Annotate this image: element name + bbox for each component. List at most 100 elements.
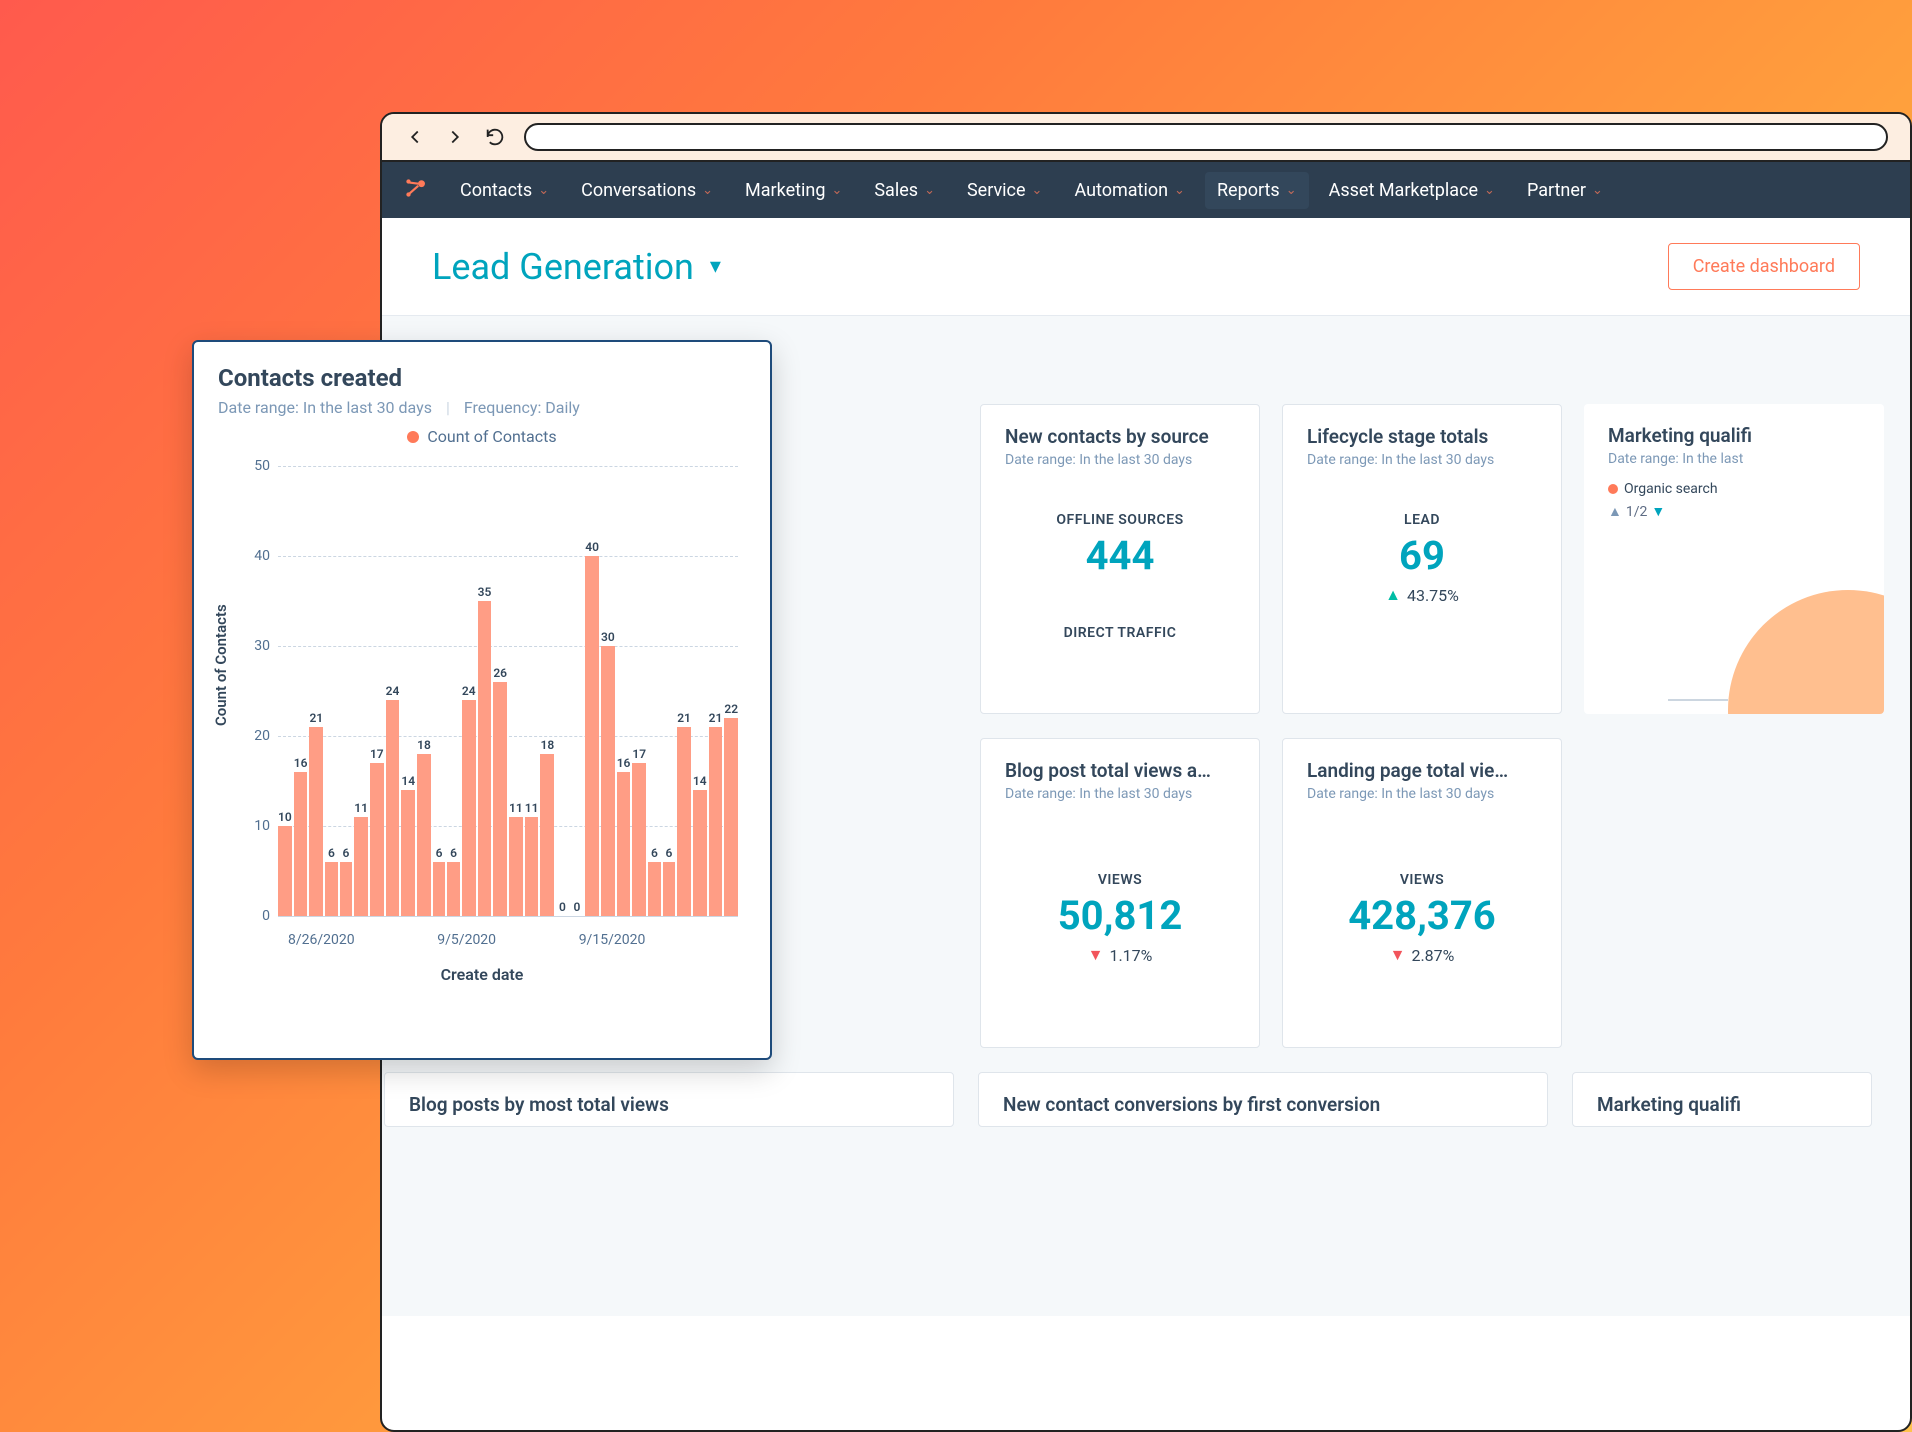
nav-partner[interactable]: Partner⌄ bbox=[1515, 172, 1615, 209]
tile-new-contacts-by-source[interactable]: New contacts by source Date range: In th… bbox=[980, 404, 1260, 714]
chevron-down-icon: ⌄ bbox=[1592, 183, 1603, 198]
bar[interactable] bbox=[525, 817, 539, 916]
nav-sales[interactable]: Sales⌄ bbox=[862, 172, 947, 209]
bar[interactable] bbox=[601, 646, 615, 916]
tile-title: New contact conversions by first convers… bbox=[1003, 1093, 1523, 1116]
legend-label: Organic search bbox=[1624, 481, 1718, 497]
bar[interactable] bbox=[401, 790, 415, 916]
nav-contacts[interactable]: Contacts⌄ bbox=[448, 172, 561, 209]
metric-label-secondary: DIRECT TRAFFIC bbox=[1005, 625, 1235, 641]
nav-service[interactable]: Service⌄ bbox=[955, 172, 1054, 209]
chevron-down-icon: ⌄ bbox=[702, 183, 713, 198]
bar[interactable] bbox=[386, 700, 400, 916]
tile-blog-posts-by-most-views[interactable]: Blog posts by most total views bbox=[384, 1072, 954, 1127]
y-axis-label: Count of Contacts bbox=[212, 604, 230, 726]
bar[interactable] bbox=[509, 817, 523, 916]
pie-chart-icon bbox=[1608, 560, 1884, 714]
tile-marketing-qualified[interactable]: Marketing qualifi Date range: In the las… bbox=[1584, 404, 1884, 714]
bar[interactable] bbox=[648, 862, 661, 916]
bar[interactable] bbox=[309, 727, 323, 916]
bar[interactable] bbox=[632, 763, 646, 916]
tile-title: New contacts by source bbox=[1005, 425, 1235, 448]
legend-dot-icon bbox=[407, 431, 419, 443]
tile-meta: Date range: In the last 30 days bbox=[1307, 452, 1537, 468]
chevron-down-icon: ⌄ bbox=[831, 183, 842, 198]
bar-chart-plot: 0102030405010162166111724141866243526111… bbox=[278, 466, 738, 916]
forward-icon[interactable] bbox=[444, 126, 466, 148]
tile-blog-post-total-views[interactable]: Blog post total views a… Date range: In … bbox=[980, 738, 1260, 1048]
refresh-icon[interactable] bbox=[484, 126, 506, 148]
metric-delta: 43.75% bbox=[1407, 586, 1459, 605]
bar[interactable] bbox=[278, 826, 292, 916]
url-bar[interactable] bbox=[524, 123, 1888, 151]
chevron-down-icon: ▾ bbox=[710, 254, 721, 279]
bar[interactable] bbox=[709, 727, 723, 916]
chevron-down-icon: ⌄ bbox=[924, 183, 935, 198]
bar[interactable] bbox=[354, 817, 368, 916]
bar[interactable] bbox=[693, 790, 707, 916]
x-axis-label: Create date bbox=[218, 965, 746, 984]
bar[interactable] bbox=[478, 601, 492, 916]
page-title: Lead Generation bbox=[432, 246, 694, 288]
metric-value: 50,812 bbox=[1005, 892, 1235, 939]
create-dashboard-button[interactable]: Create dashboard bbox=[1668, 243, 1860, 290]
bar[interactable] bbox=[294, 772, 308, 916]
bar[interactable] bbox=[447, 862, 460, 916]
bar[interactable] bbox=[462, 700, 476, 916]
nav-marketing[interactable]: Marketing⌄ bbox=[733, 172, 854, 209]
bar[interactable] bbox=[617, 772, 631, 916]
x-axis-ticks: 8/26/2020 9/5/2020 9/15/2020 bbox=[278, 932, 738, 948]
tile-meta: Date range: In the last 30 days bbox=[1005, 452, 1235, 468]
chevron-down-icon: ⌄ bbox=[1286, 183, 1297, 198]
metric-value: 444 bbox=[1005, 532, 1235, 579]
metric-value: 69 bbox=[1307, 532, 1537, 579]
chevron-down-icon: ⌄ bbox=[1484, 183, 1495, 198]
nav-automation[interactable]: Automation⌄ bbox=[1062, 172, 1197, 209]
chevron-down-icon: ⌄ bbox=[1174, 183, 1185, 198]
bar[interactable] bbox=[663, 862, 676, 916]
bar[interactable] bbox=[493, 682, 507, 916]
legend-dot-icon bbox=[1608, 484, 1618, 494]
tile-meta: Date range: In the last 30 days bbox=[1005, 786, 1235, 802]
tile-title: Marketing qualifi bbox=[1597, 1093, 1847, 1116]
dashboard-title-dropdown[interactable]: Lead Generation ▾ bbox=[432, 246, 721, 288]
bar[interactable] bbox=[585, 556, 599, 916]
tile-landing-page-total-views[interactable]: Landing page total vie… Date range: In t… bbox=[1282, 738, 1562, 1048]
pager-text: 1/2 bbox=[1626, 504, 1648, 520]
pager-prev-icon[interactable]: ▲ bbox=[1608, 503, 1622, 520]
nav-conversations[interactable]: Conversations⌄ bbox=[569, 172, 725, 209]
chart-title: Contacts created bbox=[218, 364, 746, 392]
bar[interactable] bbox=[540, 754, 554, 916]
browser-toolbar bbox=[382, 114, 1910, 162]
nav-reports[interactable]: Reports⌄ bbox=[1205, 172, 1309, 209]
bar[interactable] bbox=[433, 862, 446, 916]
trend-down-icon: ▼ bbox=[1088, 945, 1104, 965]
tile-title: Landing page total vie… bbox=[1307, 759, 1537, 782]
hubspot-logo-icon[interactable] bbox=[402, 175, 428, 205]
tile-title: Blog post total views a… bbox=[1005, 759, 1235, 782]
contacts-created-chart-card: Contacts created Date range: In the last… bbox=[192, 340, 772, 1060]
bar[interactable] bbox=[677, 727, 691, 916]
back-icon[interactable] bbox=[404, 126, 426, 148]
metric-label: LEAD bbox=[1307, 512, 1537, 528]
chevron-down-icon: ⌄ bbox=[1032, 183, 1043, 198]
nav-asset-marketplace[interactable]: Asset Marketplace⌄ bbox=[1317, 172, 1507, 209]
tile-new-contact-conversions[interactable]: New contact conversions by first convers… bbox=[978, 1072, 1548, 1127]
tile-title: Blog posts by most total views bbox=[409, 1093, 929, 1116]
pager-next-icon[interactable]: ▼ bbox=[1651, 503, 1665, 520]
metric-delta: 1.17% bbox=[1109, 946, 1152, 965]
bar[interactable] bbox=[724, 718, 738, 916]
bar[interactable] bbox=[370, 763, 384, 916]
chart-frequency: Frequency: Daily bbox=[464, 398, 580, 417]
trend-up-icon: ▲ bbox=[1385, 585, 1401, 605]
chevron-down-icon: ⌄ bbox=[538, 183, 549, 198]
bar[interactable] bbox=[340, 862, 353, 916]
metric-delta: 2.87% bbox=[1411, 946, 1454, 965]
tile-lifecycle-stage-totals[interactable]: Lifecycle stage totals Date range: In th… bbox=[1282, 404, 1562, 714]
metric-label: VIEWS bbox=[1307, 872, 1537, 888]
tile-meta: Date range: In the last bbox=[1608, 451, 1860, 467]
bar[interactable] bbox=[417, 754, 431, 916]
bar[interactable] bbox=[325, 862, 338, 916]
tile-marketing-qualified-2[interactable]: Marketing qualifi bbox=[1572, 1072, 1872, 1127]
metric-value: 428,376 bbox=[1307, 892, 1537, 939]
